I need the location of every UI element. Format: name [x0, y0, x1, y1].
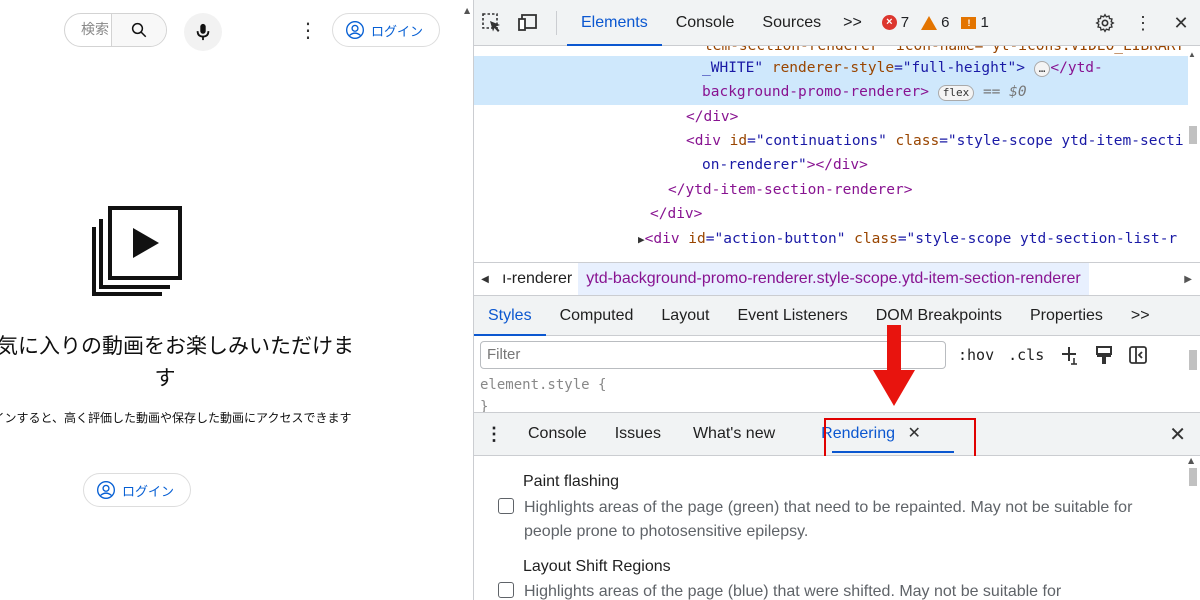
inspect-element-icon[interactable] — [474, 0, 510, 46]
voice-search-button[interactable] — [184, 13, 222, 51]
more-options-icon[interactable]: ⋮ — [298, 18, 318, 42]
paint-flashing-checkbox[interactable] — [498, 498, 514, 514]
highlight-annotation-box — [824, 418, 976, 460]
hover-state-toggle[interactable]: :hov — [958, 346, 994, 364]
dom-tree-line[interactable]: </ytd-item-section-renderer> — [668, 178, 912, 203]
more-style-tabs-button[interactable]: >> — [1117, 296, 1164, 336]
class-toggle[interactable]: .cls — [1008, 346, 1044, 364]
tab-dom-breakpoints[interactable]: DOM Breakpoints — [862, 296, 1016, 336]
scroll-up-arrow-icon[interactable]: ▲ — [464, 6, 470, 15]
scroll-up-arrow-icon[interactable]: ▲ — [1188, 50, 1196, 59]
search-box[interactable]: 検索 — [64, 13, 167, 47]
search-button[interactable] — [112, 14, 166, 46]
tab-computed[interactable]: Computed — [546, 296, 648, 336]
error-icon: × — [881, 15, 897, 30]
dom-tree: tem-section-renderer" icon-name="yt-icon… — [474, 46, 1200, 262]
selected-node-marker: == $0 — [982, 84, 1027, 100]
toggle-sidebar-icon[interactable] — [1128, 345, 1148, 365]
option-description: Highlights areas of the page (green) tha… — [524, 499, 1133, 540]
flex-badge[interactable]: flex — [937, 85, 975, 101]
warning-icon — [921, 15, 938, 30]
mic-icon — [196, 23, 210, 41]
scrollbar-thumb[interactable] — [1189, 468, 1197, 486]
youtube-page: 検索 ⋮ ログイン お気に入りの動画をお楽しみいただけます ログインすると、高く… — [0, 0, 463, 600]
warning-count-badge[interactable]: 6 — [921, 14, 949, 31]
new-style-rule-icon[interactable] — [1058, 344, 1080, 366]
dom-tree-line[interactable]: on-renderer"></div> — [702, 153, 868, 178]
error-count-badge[interactable]: × 7 — [881, 14, 909, 31]
styles-toolbar: :hov .cls — [958, 341, 1148, 369]
drawer-tab-whats-new[interactable]: What's new — [675, 412, 789, 456]
settings-gear-icon[interactable] — [1086, 0, 1124, 46]
issues-count-badge[interactable]: ! 1 — [961, 14, 989, 31]
dom-tree-line[interactable]: </div> — [686, 105, 738, 130]
empty-state-title: お気に入りの動画をお楽しみいただけます — [0, 334, 354, 390]
device-toggle-icon[interactable] — [510, 0, 546, 46]
toolbar-right-actions: ⋮ ✕ — [1086, 0, 1200, 46]
empty-state-description: ログインすると、高く評価した動画や保存した動画にアクセスできます — [0, 411, 352, 425]
login-button-header[interactable]: ログイン — [332, 13, 440, 47]
tab-elements[interactable]: Elements — [567, 0, 662, 46]
option-paint-flashing[interactable]: Highlights areas of the page (green) tha… — [498, 496, 1164, 544]
tab-layout[interactable]: Layout — [647, 296, 723, 336]
drawer-tab-console[interactable]: Console — [514, 412, 601, 456]
login-button-main[interactable]: ログイン — [83, 473, 191, 507]
breadcrumb-item-current[interactable]: ytd-background-promo-renderer.style-scop… — [578, 263, 1089, 295]
expand-triangle-icon[interactable]: ▶ — [638, 233, 645, 246]
tab-styles[interactable]: Styles — [474, 296, 546, 336]
rendering-panel: Paint flashing Highlights areas of the p… — [474, 456, 1200, 600]
annotation-arrow-shaft — [887, 325, 901, 371]
rendering-scrollbar[interactable]: ▲ — [1188, 456, 1198, 600]
login-label: ログイン — [371, 24, 424, 40]
styles-scrollbar[interactable] — [1188, 340, 1198, 410]
more-tabs-button[interactable]: >> — [835, 14, 870, 32]
tab-console[interactable]: Console — [662, 0, 749, 46]
page-scrollbar[interactable]: ▲ — [463, 0, 474, 600]
search-icon — [131, 22, 147, 38]
option-title-layout-shift: Layout Shift Regions — [523, 558, 671, 575]
scrollbar-thumb[interactable] — [1189, 126, 1197, 144]
dom-tree-line[interactable]: ▶<div id="action-button" class="style-sc… — [638, 227, 1177, 253]
tab-sources[interactable]: Sources — [748, 0, 835, 46]
breadcrumb: ◀ ı-renderer ytd-background-promo-render… — [474, 262, 1200, 296]
devtools-main-toolbar: Elements Console Sources >> × 7 6 ! 1 ⋮ … — [474, 0, 1200, 46]
tab-properties[interactable]: Properties — [1016, 296, 1117, 336]
scroll-up-arrow-icon[interactable]: ▲ — [1188, 456, 1194, 465]
tab-event-listeners[interactable]: Event Listeners — [723, 296, 861, 336]
dom-tree-line-selected[interactable]: _WHITE" renderer-style="full-height"> … <… — [474, 56, 1188, 81]
annotation-arrow-down-icon — [873, 370, 915, 406]
close-drawer-icon[interactable]: ✕ — [1169, 422, 1186, 447]
dom-tree-line[interactable]: <div id="continuations" class="style-sco… — [686, 129, 1184, 154]
option-description: Highlights areas of the page (blue) that… — [524, 583, 1062, 600]
option-title-paint-flashing: Paint flashing — [523, 473, 620, 490]
account-icon — [97, 481, 115, 499]
format-painter-icon[interactable] — [1094, 345, 1114, 365]
close-devtools-icon[interactable]: ✕ — [1162, 0, 1200, 46]
dom-tree-line-selected[interactable]: background-promo-renderer> flex == $0 — [474, 80, 1188, 105]
breadcrumb-scroll-right-icon[interactable]: ▶ — [1184, 274, 1192, 285]
drawer-tab-issues[interactable]: Issues — [601, 412, 675, 456]
issue-icon: ! — [961, 16, 977, 29]
ellipsis-expand-button[interactable]: … — [1033, 61, 1051, 77]
account-icon — [346, 21, 364, 39]
customize-menu-icon[interactable]: ⋮ — [1124, 0, 1162, 46]
drawer-menu-icon[interactable]: ⋮ — [474, 424, 514, 445]
toolbar-divider — [556, 10, 557, 35]
layout-shift-checkbox[interactable] — [498, 582, 514, 598]
dom-tree-line[interactable]: </div> — [650, 202, 702, 227]
login-label: ログイン — [122, 484, 175, 500]
scrollbar-thumb[interactable] — [1189, 350, 1197, 370]
video-library-icon — [92, 206, 182, 296]
search-input[interactable]: 検索 — [65, 14, 112, 46]
dom-tree-scrollbar[interactable]: ▲ — [1188, 46, 1198, 262]
option-layout-shift-regions[interactable]: Highlights areas of the page (blue) that… — [498, 580, 1164, 600]
breadcrumb-item[interactable]: ı-renderer — [496, 270, 578, 288]
styles-filter-input[interactable]: Filter — [480, 341, 946, 369]
breadcrumb-scroll-left-icon[interactable]: ◀ — [474, 274, 496, 285]
styles-pane-tabs: Styles Computed Layout Event Listeners D… — [474, 296, 1200, 336]
